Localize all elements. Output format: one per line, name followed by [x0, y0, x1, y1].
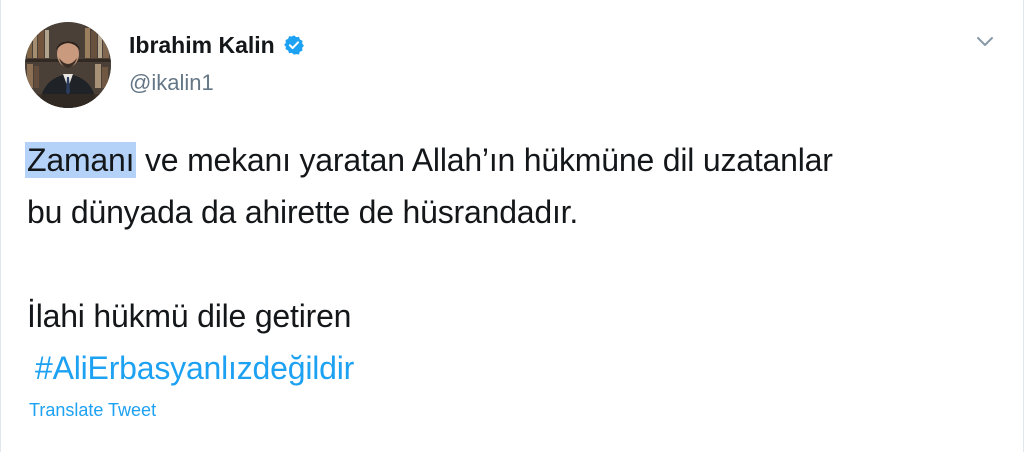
tweet-text: Zamanı ve mekanı yaratan Allah’ın hükmün…: [25, 134, 987, 394]
tweet-line-2: bu dünyada da ahirette de hüsrandadır.: [27, 194, 579, 230]
tweet-line-1: Zamanı ve mekanı yaratan Allah’ın hükmün…: [25, 134, 987, 186]
translate-tweet-link[interactable]: Translate Tweet: [29, 400, 156, 421]
tweet-card: Ibrahim Kalin @ikalin1 Zamanı ve mekanı …: [0, 0, 1024, 452]
avatar[interactable]: [25, 22, 111, 108]
author-handle[interactable]: @ikalin1: [129, 70, 214, 96]
author-name-row: Ibrahim Kalin: [129, 30, 305, 60]
hashtag-link[interactable]: #AliErbasyanlızdeğildir: [27, 350, 354, 386]
author-display-name[interactable]: Ibrahim Kalin: [129, 32, 275, 59]
avatar-image: [25, 22, 111, 108]
verified-badge-icon: [283, 34, 305, 56]
chevron-down-icon[interactable]: [973, 32, 997, 52]
tweet-line-3: İlahi hükmü dile getiren: [27, 298, 352, 334]
tweet-line-1-rest: ve mekanı yaratan Allah’ın hükmüne dil u…: [136, 142, 833, 178]
selected-word: Zamanı: [25, 142, 137, 178]
